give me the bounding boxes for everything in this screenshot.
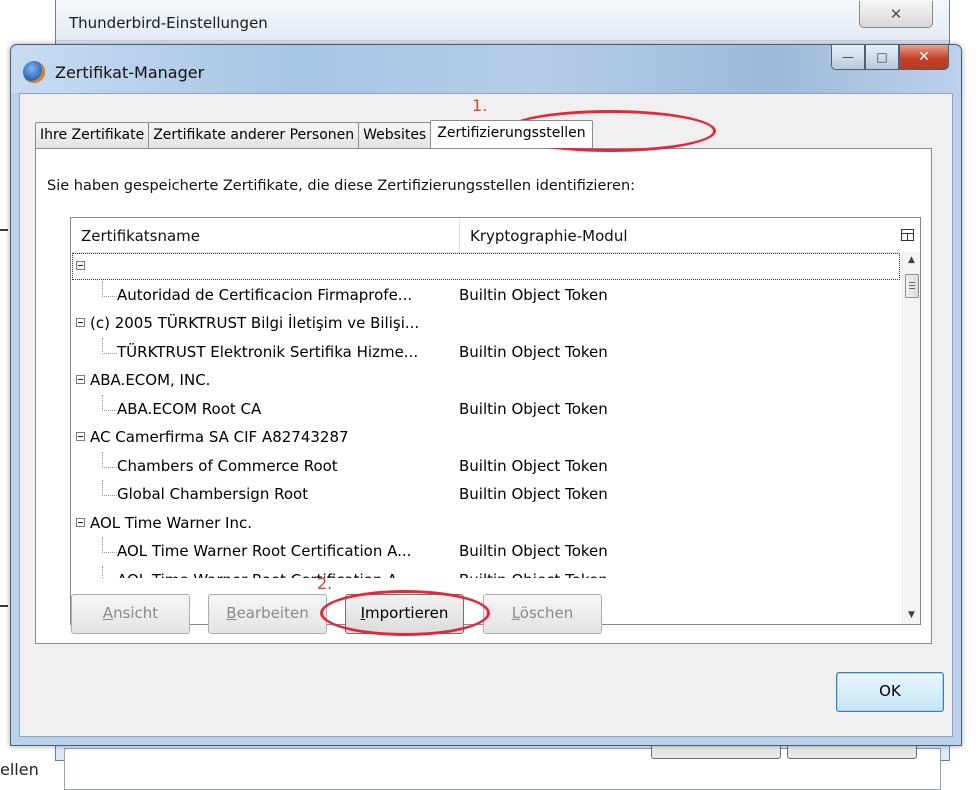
tab-your-certificates[interactable]: Ihre Zertifikate (35, 122, 150, 148)
thunderbird-icon (23, 61, 45, 83)
tree-branch-line (102, 565, 117, 578)
dialog-titlebar[interactable]: Zertifikat-Manager — □ ✕ (11, 45, 961, 93)
annotation-step-1: 1. (472, 96, 488, 115)
tab-other-people[interactable]: Zertifikate anderer Personen (148, 122, 360, 148)
collapse-toggle-icon[interactable] (76, 375, 85, 384)
tab-bar: Ihre Zertifikate Zertifikate anderer Per… (35, 120, 593, 148)
certificate-name: ABA.ECOM, INC. (90, 371, 211, 389)
close-button[interactable]: ✕ (899, 45, 949, 70)
background-window-title: Thunderbird-Einstellungen (69, 14, 268, 32)
view-label: nsicht (113, 604, 159, 622)
edit-label: earbeiten (236, 604, 309, 622)
tab-authorities[interactable]: Zertifizierungsstellen (430, 120, 593, 148)
security-module: Builtin Object Token (459, 485, 608, 503)
tree-certificate-row[interactable]: Autoridad de Certificacion Firmaprofe...… (71, 280, 901, 310)
tree-certificate-row[interactable]: AOL Time Warner Root Certification A... B… (71, 537, 901, 566)
certificate-name: AOL Time Warner Inc. (90, 513, 252, 532)
certificate-name: AOL Time Warner Root Certification A... (117, 566, 411, 578)
background-edge-mark (0, 229, 8, 231)
security-module: Builtin Object Token (459, 342, 608, 361)
certificate-name: ABA.ECOM Root CA (117, 399, 262, 418)
security-module: Builtin Object Token (459, 542, 608, 560)
certificate-tree[interactable]: Zertifikatsname Kryptographie-Modul Auto… (70, 217, 921, 625)
scroll-up-icon[interactable]: ▲ (903, 252, 920, 269)
tree-group-row[interactable]: AC Camerfirma SA CIF A82743287 (71, 423, 901, 452)
tab-websites[interactable]: Websites (358, 122, 432, 148)
scroll-down-icon[interactable]: ▼ (903, 607, 920, 624)
grip-line (909, 288, 915, 289)
certificate-name: AOL Time Warner Root Certification A... (117, 542, 412, 560)
tree-certificate-row[interactable]: Chambers of Commerce Root Builtin Object … (71, 451, 901, 481)
column-header-security-device[interactable]: Kryptographie-Modul (470, 218, 628, 252)
view-button[interactable]: Ansicht (71, 594, 190, 634)
tree-branch-line (102, 451, 117, 468)
maximize-button[interactable]: □ (865, 45, 899, 70)
column-header-certificate-name[interactable]: Zertifikatsname (81, 218, 200, 252)
grip-line (909, 285, 915, 286)
collapse-toggle-icon[interactable] (76, 261, 85, 270)
tree-branch-line (102, 480, 117, 496)
tree-rows: Autoridad de Certificacion Firmaprofe...… (71, 252, 901, 578)
tree-certificate-row[interactable]: TÜRKTRUST Elektronik Sertifika Hizme... B… (71, 337, 901, 367)
tree-group-row[interactable]: AOL Time Warner Inc. (71, 509, 901, 538)
security-module: Builtin Object Token (459, 566, 608, 578)
certificate-name: TÜRKTRUST Elektronik Sertifika Hizme... (117, 342, 419, 361)
vertical-scrollbar[interactable]: ▲ ▼ (902, 252, 920, 624)
tree-branch-line (102, 280, 117, 297)
edit-accel: B (226, 604, 237, 622)
security-module: Builtin Object Token (459, 399, 608, 418)
tree-certificate-row[interactable]: Global Chambersign Root Builtin Object To… (71, 480, 901, 509)
dialog-title: Zertifikat-Manager (55, 63, 205, 82)
tree-branch-line (102, 537, 117, 553)
view-accel: A (102, 604, 114, 622)
certificate-name: AC Camerfirma SA CIF A82743287 (90, 428, 349, 446)
certificate-name: Global Chambersign Root (117, 485, 309, 503)
collapse-toggle-icon[interactable] (76, 517, 85, 527)
certificate-name: (c) 2005 TÜRKTRUST Bilgi İletişim ve Bil… (90, 314, 420, 332)
column-picker-icon[interactable] (901, 229, 914, 241)
security-module: Builtin Object Token (459, 456, 608, 475)
delete-button[interactable]: Löschen (483, 594, 602, 634)
minimize-button[interactable]: — (831, 45, 865, 70)
tree-branch-line (102, 337, 117, 354)
grip-line (909, 282, 915, 283)
tree-header: Zertifikatsname Kryptographie-Modul (71, 218, 920, 253)
tree-group-row[interactable]: (c) 2005 TÜRKTRUST Bilgi İletişim ve Bil… (71, 309, 901, 338)
ok-button[interactable]: OK (836, 672, 944, 712)
tree-group-row[interactable] (71, 252, 901, 281)
background-label-fragment: ellen (0, 760, 39, 779)
intro-text: Sie haben gespeicherte Zertifikate, die … (47, 178, 636, 194)
collapse-toggle-icon[interactable] (76, 318, 85, 327)
background-edge-mark (0, 605, 8, 607)
edit-button[interactable]: Bearbeiten (208, 594, 327, 634)
background-close-button[interactable]: ✕ (859, 1, 933, 28)
delete-label: öschen (519, 604, 574, 622)
window-controls: — □ ✕ (831, 45, 949, 71)
security-module: Builtin Object Token (459, 285, 608, 304)
certificate-manager-dialog: Zertifikat-Manager — □ ✕ Ihre Zertifikat… (10, 44, 962, 746)
scroll-thumb[interactable] (905, 274, 919, 298)
tree-branch-line (102, 394, 117, 411)
import-button[interactable]: Importieren (345, 594, 464, 634)
delete-accel: L (511, 604, 520, 622)
tree-group-row[interactable]: ABA.ECOM, INC. (71, 366, 901, 395)
tree-certificate-row[interactable]: AOL Time Warner Root Certification A... B… (71, 565, 901, 578)
annotation-step-2: 2. (317, 574, 333, 593)
certificate-name: Chambers of Commerce Root (117, 456, 338, 475)
import-label: mportieren (365, 604, 449, 622)
tree-certificate-row[interactable]: ABA.ECOM Root CA Builtin Object Token (71, 394, 901, 424)
column-separator[interactable] (459, 218, 460, 252)
background-titlebar: Thunderbird-Einstellungen ✕ (56, 0, 949, 41)
certificate-name: Autoridad de Certificacion Firmaprofe... (117, 285, 413, 304)
collapse-toggle-icon[interactable] (76, 432, 85, 441)
